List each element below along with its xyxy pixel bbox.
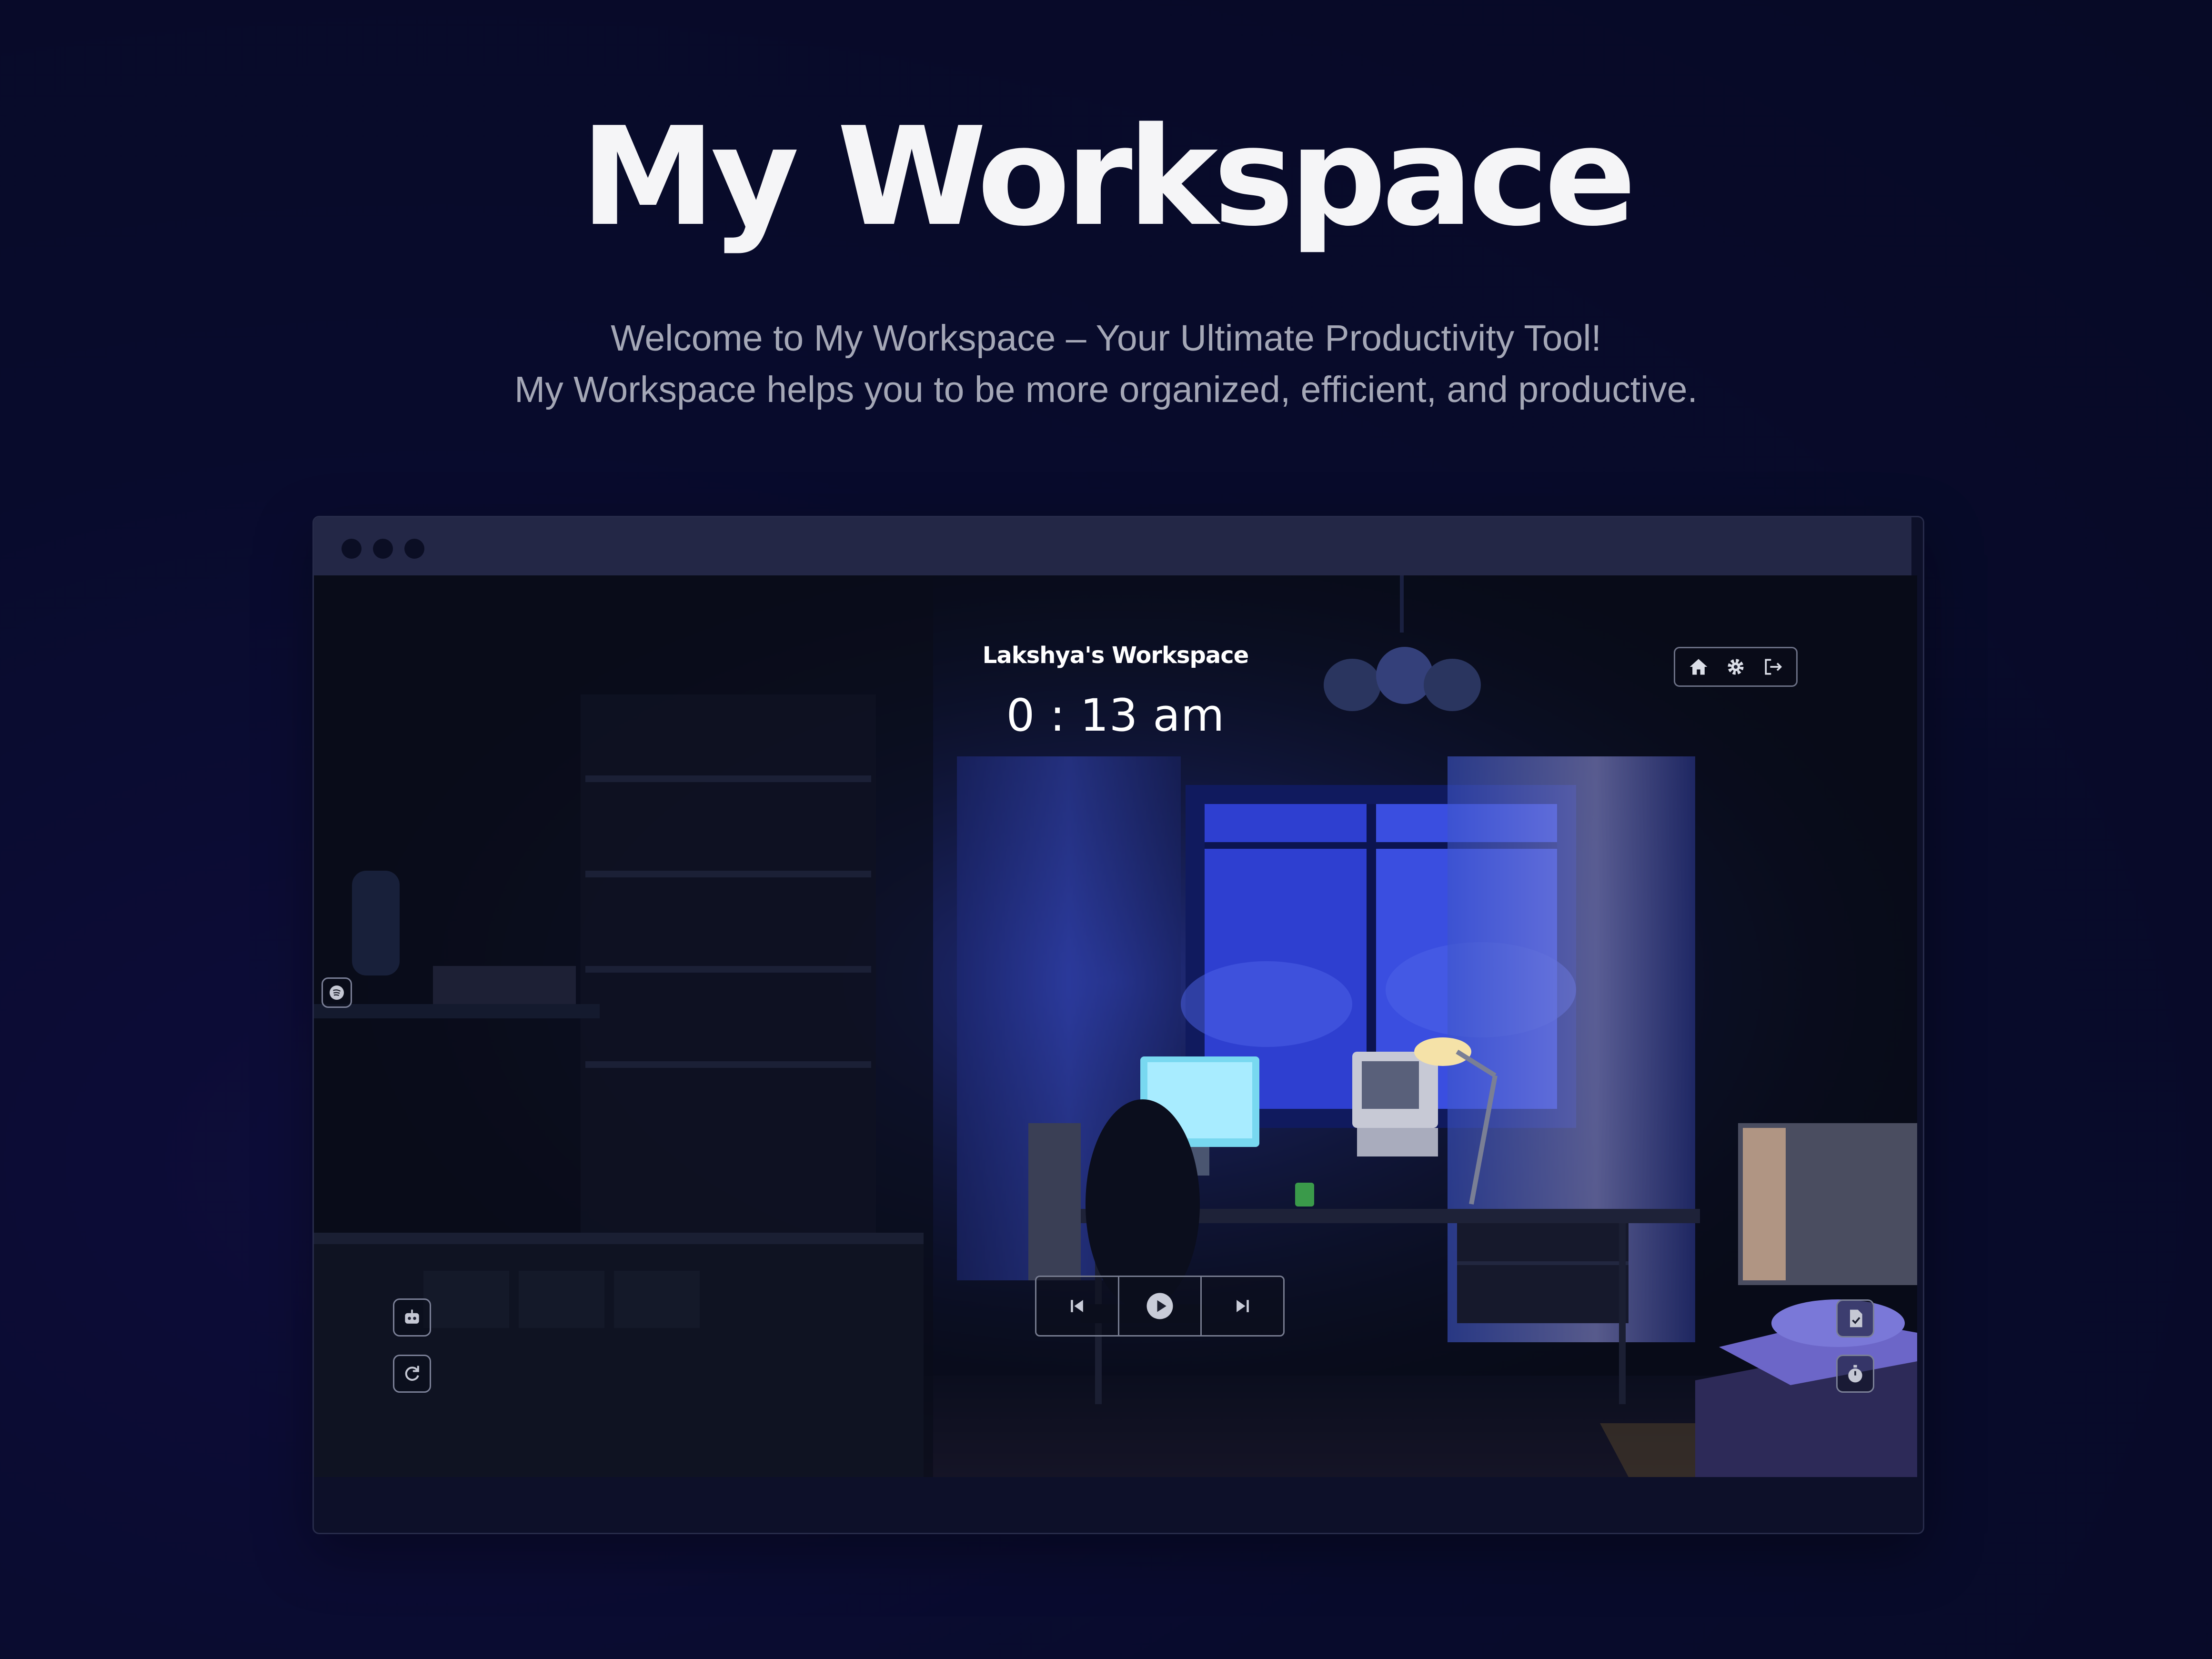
logout-icon[interactable] [1759, 653, 1787, 681]
page-subtitle-line-2: My Workspace helps you to be more organi… [514, 369, 1698, 410]
refresh-icon[interactable] [393, 1355, 431, 1393]
skip-previous-icon[interactable] [1036, 1277, 1118, 1335]
robot-icon[interactable] [393, 1298, 431, 1337]
spotify-icon[interactable] [322, 977, 352, 1008]
page-title: My Workspace [580, 98, 1637, 256]
window-dot-3 [404, 539, 424, 559]
notes-icon[interactable] [1836, 1299, 1874, 1337]
page-subtitle-line-1: Welcome to My Workspace – Your Ultimate … [611, 318, 1601, 359]
stopwatch-icon[interactable] [1836, 1355, 1874, 1393]
top-nav-group [1674, 647, 1798, 687]
browser-window-mockup: Lakshya's Workspace 0 : 13 am [312, 516, 1924, 1534]
gear-icon[interactable] [1721, 653, 1750, 681]
music-player-controls [1035, 1276, 1285, 1337]
play-icon[interactable] [1117, 1277, 1201, 1335]
clock-display: 0 : 13 am [1006, 690, 1225, 742]
skip-next-icon[interactable] [1200, 1277, 1283, 1335]
browser-titlebar [314, 517, 1911, 575]
workspace-title: Lakshya's Workspace [982, 642, 1249, 669]
window-dot-2 [373, 539, 393, 559]
window-dot-1 [342, 539, 362, 559]
workspace-viewport: Lakshya's Workspace 0 : 13 am [314, 575, 1917, 1477]
home-icon[interactable] [1684, 653, 1713, 681]
